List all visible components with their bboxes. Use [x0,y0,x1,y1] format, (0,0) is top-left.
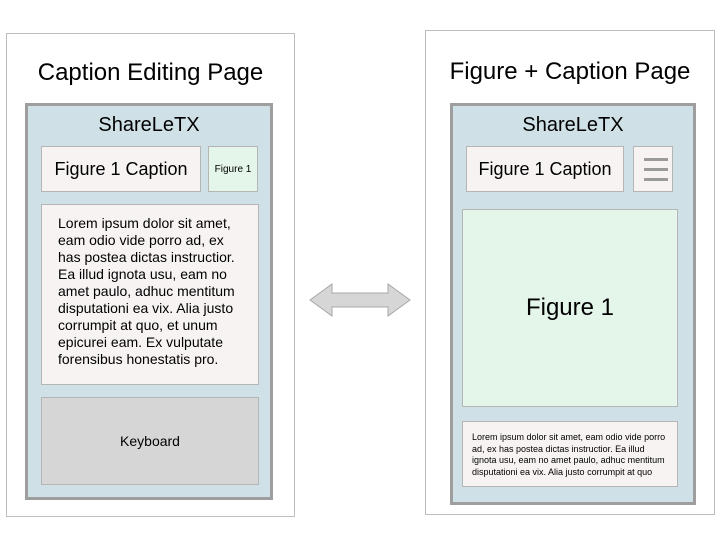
page-title: Caption Editing Page [37,59,264,86]
double-arrow-icon [309,283,411,317]
menu-line [644,168,668,171]
figure-thumbnail-label: Figure 1 [214,163,252,175]
caption-input[interactable]: Figure 1 Caption [41,146,201,192]
text-body[interactable]: Lorem ipsum dolor sit amet, eam odio vid… [41,204,259,385]
page-title: Figure + Caption Page [449,58,691,85]
body-text: Lorem ipsum dolor sit amet, eam odio vid… [58,215,235,367]
phone-mockup: ShareLeTX Figure 1 Caption Figure 1 Lore… [450,103,696,505]
app-title: ShareLeTX [98,114,200,136]
hamburger-menu-icon[interactable] [633,146,673,192]
keyboard[interactable]: Keyboard [41,397,259,485]
caption-field-text: Figure 1 Caption [478,158,612,179]
app-title: ShareLeTX [522,114,624,136]
figure-label: Figure 1 [525,294,615,321]
caption-field[interactable]: Figure 1 Caption [466,146,624,192]
menu-line [644,158,668,161]
menu-line [644,178,668,181]
keyboard-label: Keyboard [120,433,180,449]
text-body[interactable]: Lorem ipsum dolor sit amet, eam odio vid… [462,421,678,487]
figure-thumbnail[interactable]: Figure 1 [208,146,258,192]
phone-mockup: ShareLeTX Figure 1 Caption Figure 1 Lore… [25,103,273,500]
figure-panel[interactable]: Figure 1 [462,209,678,407]
figure-caption-page: Figure + Caption Page ShareLeTX Figure 1… [425,30,715,515]
caption-editing-page: Caption Editing Page ShareLeTX Figure 1 … [6,33,295,517]
body-text: Lorem ipsum dolor sit amet, eam odio vid… [472,432,666,477]
caption-input-text: Figure 1 Caption [54,158,188,179]
